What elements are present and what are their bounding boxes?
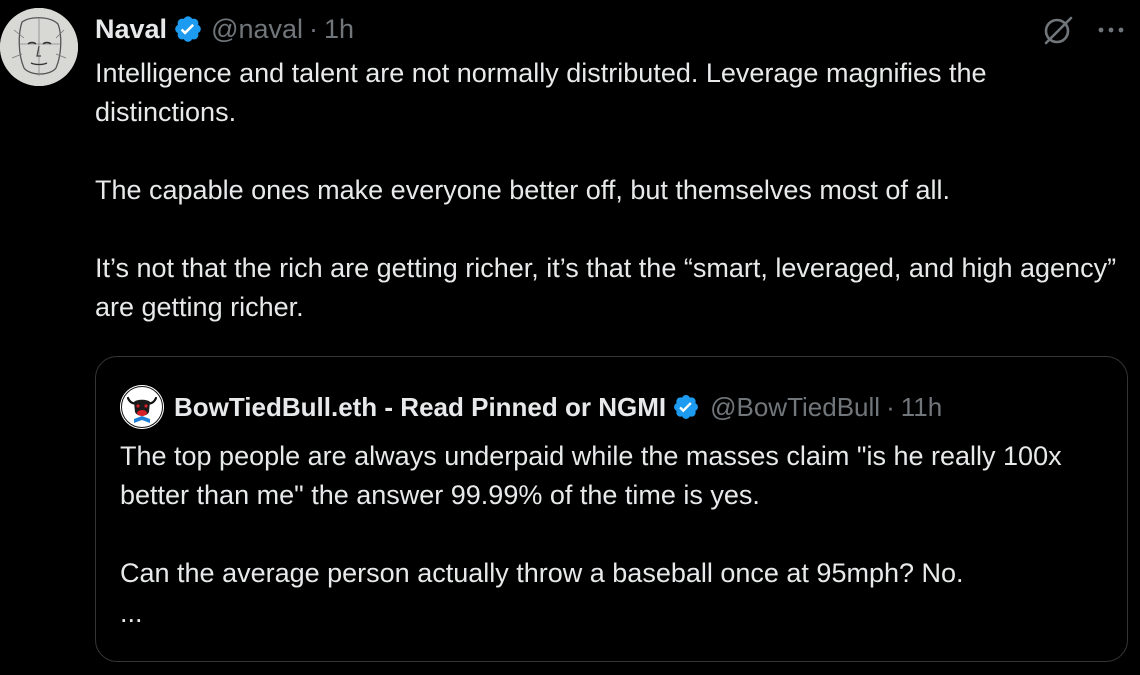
quoted-tweet-text: The top people are always underpaid whil… xyxy=(120,437,1105,633)
author-handle[interactable]: @naval xyxy=(211,14,303,45)
verified-badge-icon xyxy=(173,14,203,44)
tweet-text: Intelligence and talent are not normally… xyxy=(95,54,1130,366)
tweet-paragraph: It’s not that the rich are getting riche… xyxy=(95,253,1117,322)
quoted-paragraph: Can the average person actually throw a … xyxy=(120,558,964,588)
tweet-paragraph: The capable ones make everyone better of… xyxy=(95,175,950,205)
truncation-ellipsis: ... xyxy=(120,598,143,628)
sketch-face-avatar-icon xyxy=(0,8,78,86)
quoted-paragraph: The top people are always underpaid whil… xyxy=(120,441,1062,510)
tweet-header: Naval @naval · 1h xyxy=(95,10,354,48)
separator-dot: · xyxy=(886,391,895,422)
bull-avatar-icon xyxy=(120,385,164,429)
tweet: Naval @naval · 1h Intelligence and talen… xyxy=(0,0,1140,675)
tweet-paragraph: Intelligence and talent are not normally… xyxy=(95,58,987,127)
quoted-author-handle[interactable]: @BowTiedBull xyxy=(710,392,880,423)
quoted-author-name[interactable]: BowTiedBull.eth - Read Pinned or NGMI xyxy=(174,392,666,423)
timestamp[interactable]: 1h xyxy=(324,14,354,45)
grok-icon[interactable] xyxy=(1040,12,1076,48)
quoted-tweet[interactable]: BowTiedBull.eth - Read Pinned or NGMI @B… xyxy=(95,356,1128,662)
tweet-actions xyxy=(1040,10,1140,50)
quoted-timestamp[interactable]: 11h xyxy=(901,392,942,423)
author-name[interactable]: Naval xyxy=(95,14,167,45)
quoted-avatar[interactable] xyxy=(120,385,164,429)
more-dots-icon[interactable] xyxy=(1096,18,1126,42)
separator-dot: · xyxy=(309,13,319,44)
verified-badge-icon xyxy=(672,393,700,421)
avatar[interactable] xyxy=(0,8,78,86)
quoted-tweet-header: BowTiedBull.eth - Read Pinned or NGMI @B… xyxy=(120,385,942,429)
